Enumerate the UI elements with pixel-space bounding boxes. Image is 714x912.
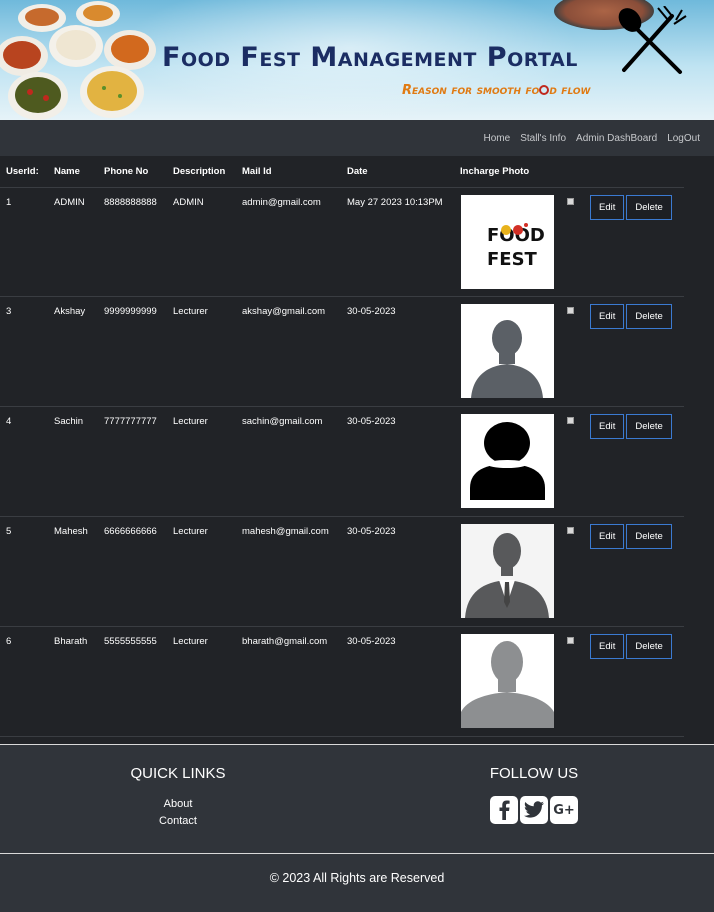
- cell-photo: [454, 626, 561, 737]
- page-title: Food Fest Management Portal: [162, 42, 578, 73]
- person-silhouette-grey-image: [461, 633, 554, 728]
- cell-description: ADMIN: [167, 187, 236, 297]
- nav-home[interactable]: Home: [484, 133, 511, 144]
- table-row: 5 Mahesh 6666666666 Lecturer mahesh@gmai…: [0, 516, 684, 627]
- edit-button[interactable]: Edit: [590, 194, 625, 220]
- quick-links-title: QUICK LINKS: [130, 765, 226, 782]
- copyright-text: © 2023 All Rights are Reserved: [269, 871, 445, 885]
- follow-us-section: FOLLOW US G+: [484, 765, 584, 824]
- cell-photo: [454, 406, 561, 517]
- cell-photo: [454, 516, 561, 627]
- nav-logout[interactable]: LogOut: [667, 133, 700, 144]
- cell-phone: 6666666666: [98, 516, 167, 627]
- row-checkbox[interactable]: [567, 416, 574, 424]
- header-phone: Phone No: [98, 156, 167, 188]
- google-plus-icon[interactable]: G+: [550, 796, 578, 824]
- cell-phone: 8888888888: [98, 187, 167, 297]
- edit-button[interactable]: Edit: [590, 303, 625, 329]
- cell-userid: 3: [0, 296, 48, 407]
- table-row: 6 Bharath 5555555555 Lecturer bharath@gm…: [0, 626, 684, 737]
- person-suit-image: [461, 523, 554, 618]
- cell-name: Sachin: [48, 406, 98, 517]
- cell-date: 30-05-2023: [341, 626, 454, 737]
- header-actions: [586, 156, 684, 188]
- header-userid: UserId:: [0, 156, 48, 188]
- person-icon-image: [461, 413, 554, 508]
- delete-button[interactable]: Delete: [626, 303, 672, 329]
- table-row: 3 Akshay 9999999999 Lecturer akshay@gmai…: [0, 296, 684, 407]
- cell-userid: 4: [0, 406, 48, 517]
- cell-description: Lecturer: [167, 406, 236, 517]
- cell-date: 30-05-2023: [341, 296, 454, 407]
- cell-description: Lecturer: [167, 296, 236, 407]
- table-row: 1 ADMIN 8888888888 ADMIN admin@gmail.com…: [0, 187, 684, 297]
- google-plus-label: G+: [553, 802, 575, 818]
- header-mail: Mail Id: [236, 156, 341, 188]
- cell-mail: bharath@gmail.com: [236, 626, 341, 737]
- cell-mail: akshay@gmail.com: [236, 296, 341, 407]
- cell-mail: mahesh@gmail.com: [236, 516, 341, 627]
- header-name: Name: [48, 156, 98, 188]
- cell-name: Mahesh: [48, 516, 98, 627]
- delete-button[interactable]: Delete: [626, 194, 672, 220]
- edit-button[interactable]: Edit: [590, 413, 625, 439]
- cell-userid: 6: [0, 626, 48, 737]
- food-fest-logo-image: FOOD FEST: [461, 194, 554, 289]
- table-row: 4 Sachin 7777777777 Lecturer sachin@gmai…: [0, 406, 684, 517]
- delete-button[interactable]: Delete: [626, 413, 672, 439]
- gear-o-icon: [539, 85, 550, 95]
- row-checkbox[interactable]: [567, 526, 574, 534]
- food-bowls-image: [0, 1, 156, 120]
- row-checkbox[interactable]: [567, 197, 574, 205]
- copyright-bar: © 2023 All Rights are Reserved: [0, 854, 714, 912]
- cell-mail: admin@gmail.com: [236, 187, 341, 297]
- users-table-container: UserId: Name Phone No Description Mail I…: [0, 156, 684, 737]
- edit-button[interactable]: Edit: [590, 523, 625, 549]
- footer: QUICK LINKS About Contact FOLLOW US G+: [0, 744, 714, 854]
- fork-spoon-icon: [618, 6, 687, 74]
- cell-mail: sachin@gmail.com: [236, 406, 341, 517]
- social-icons: G+: [484, 796, 584, 824]
- cell-phone: 5555555555: [98, 626, 167, 737]
- delete-button[interactable]: Delete: [626, 523, 672, 549]
- page-subtitle: Reason for smooth fo d flow: [402, 83, 591, 98]
- cell-description: Lecturer: [167, 626, 236, 737]
- cell-userid: 5: [0, 516, 48, 627]
- header-date: Date: [341, 156, 454, 188]
- cell-photo: FOOD FEST: [454, 187, 561, 297]
- cell-name: Akshay: [48, 296, 98, 407]
- cell-phone: 7777777777: [98, 406, 167, 517]
- cell-date: May 27 2023 10:13PM: [341, 187, 454, 297]
- table-header-row: UserId: Name Phone No Description Mail I…: [0, 156, 684, 188]
- cell-description: Lecturer: [167, 516, 236, 627]
- cell-userid: 1: [0, 187, 48, 297]
- header-photo: Incharge Photo: [454, 156, 561, 188]
- footer-link-about[interactable]: About: [128, 796, 228, 813]
- cell-date: 30-05-2023: [341, 406, 454, 517]
- users-table: UserId: Name Phone No Description Mail I…: [0, 156, 684, 737]
- twitter-icon[interactable]: [520, 796, 548, 824]
- cell-photo: [454, 296, 561, 407]
- person-silhouette-image: [461, 303, 554, 398]
- delete-button[interactable]: Delete: [626, 633, 672, 659]
- cell-name: ADMIN: [48, 187, 98, 297]
- edit-button[interactable]: Edit: [590, 633, 625, 659]
- footer-link-contact[interactable]: Contact: [128, 813, 228, 830]
- nav-stalls-info[interactable]: Stall's Info: [520, 133, 566, 144]
- facebook-icon[interactable]: [490, 796, 518, 824]
- header-description: Description: [167, 156, 236, 188]
- header-select: [561, 156, 586, 188]
- row-checkbox[interactable]: [567, 306, 574, 314]
- cell-date: 30-05-2023: [341, 516, 454, 627]
- cell-name: Bharath: [48, 626, 98, 737]
- follow-us-title: FOLLOW US: [489, 765, 579, 782]
- top-navbar: Home Stall's Info Admin DashBoard LogOut: [0, 120, 714, 156]
- row-checkbox[interactable]: [567, 636, 574, 644]
- nav-admin-dashboard[interactable]: Admin DashBoard: [576, 133, 657, 144]
- svg-text:FEST: FEST: [487, 249, 538, 270]
- quick-links-section: QUICK LINKS About Contact: [128, 765, 228, 830]
- cell-phone: 9999999999: [98, 296, 167, 407]
- header-banner: Food Fest Management Portal Reason for s…: [0, 0, 714, 120]
